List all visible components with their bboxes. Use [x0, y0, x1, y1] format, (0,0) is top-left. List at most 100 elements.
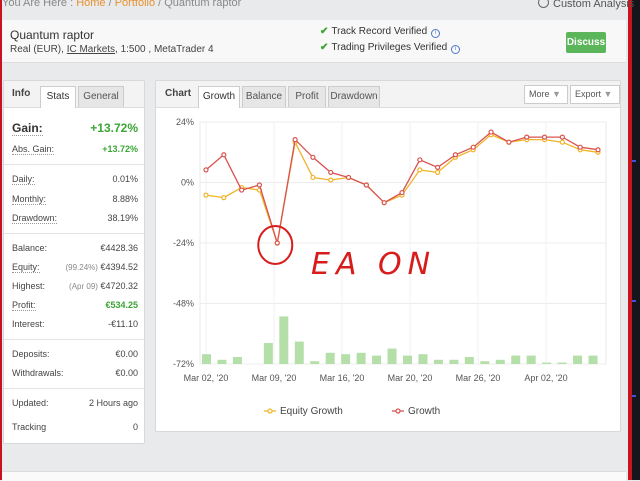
- blue-marker: [632, 395, 636, 397]
- volume-bar: [418, 354, 428, 364]
- discuss-button[interactable]: Discuss: [566, 32, 606, 53]
- highest-value: €4720.32: [100, 281, 138, 291]
- data-point: [328, 169, 334, 176]
- volume-bar: [263, 343, 273, 364]
- volume-bar: [310, 361, 320, 364]
- breadcrumb-separator: /: [155, 0, 165, 9]
- data-point: [310, 174, 316, 181]
- system-title: Quantum raptor: [10, 28, 95, 42]
- volume-bar: [542, 362, 552, 364]
- tracking-label: Tracking: [12, 422, 47, 432]
- volume-bar: [557, 362, 567, 364]
- trading-privileges-verified: ✔ Trading Privileges Verified i: [320, 42, 461, 54]
- custom-analysis-link[interactable]: Custom Analysis: [538, 0, 634, 10]
- data-point: [292, 137, 298, 143]
- balance-label: Balance:: [12, 243, 48, 253]
- analysis-icon: [538, 0, 549, 8]
- check-icon: ✔: [320, 42, 329, 53]
- volume-bar: [480, 361, 490, 364]
- info-title: Info: [12, 88, 31, 99]
- data-point: [345, 174, 352, 181]
- x-tick-label: Mar 02, '20: [184, 373, 229, 383]
- volume-bar: [356, 352, 366, 364]
- volume-bar: [279, 316, 289, 364]
- data-point: [256, 182, 263, 188]
- data-point: [559, 134, 565, 140]
- legend-label: Equity Growth: [280, 406, 343, 417]
- breadcrumb-current: Quantum raptor: [164, 0, 242, 9]
- tab-stats[interactable]: Stats: [40, 86, 76, 108]
- tab-general[interactable]: General: [78, 86, 124, 107]
- data-point: [221, 152, 227, 158]
- annotation-text: EA ON: [311, 247, 436, 282]
- volume-bar: [449, 359, 459, 364]
- withdrawals-value: €0.00: [115, 368, 138, 378]
- data-point: [417, 157, 423, 163]
- withdrawals-label: Withdrawals:: [12, 368, 64, 378]
- data-point: [541, 134, 548, 140]
- y-tick-label: 24%: [176, 117, 194, 127]
- data-point: [506, 139, 512, 145]
- y-tick-label: -48%: [173, 299, 194, 309]
- info-icon[interactable]: i: [431, 29, 441, 38]
- divider: [4, 164, 144, 165]
- equity-label: Equity:: [12, 262, 40, 273]
- daily-label: Daily:: [12, 174, 35, 185]
- profit-value: €534.25: [105, 300, 138, 310]
- profit-label: Profit:: [12, 300, 36, 311]
- monthly-label: Monthly:: [12, 194, 47, 205]
- growth-chart: 24% 0% -24% -48% -72% Mar 02, '20 Mar 09, '20 M…: [173, 117, 607, 417]
- x-tick-label: Mar 09, '20: [252, 373, 297, 383]
- data-point: [203, 167, 209, 173]
- x-tick-label: Mar 20, '20: [388, 373, 433, 383]
- volume-bar: [433, 359, 443, 364]
- volume-bar: [573, 355, 583, 364]
- blue-marker: [632, 300, 636, 302]
- balance-value: €4428.36: [100, 243, 138, 253]
- breadcrumb: You Are Here : Home / Portfolio / Quantu…: [2, 0, 241, 9]
- divider: [4, 233, 144, 234]
- monthly-value: 8.88%: [112, 194, 138, 204]
- data-point: [435, 164, 441, 170]
- data-point: [221, 195, 227, 201]
- system-header: Quantum raptor Real (EUR), IC Markets, 1…: [2, 20, 626, 63]
- data-point: [203, 192, 209, 198]
- check-icon: ✔: [320, 26, 329, 37]
- equity-percent: (99.24%): [65, 263, 98, 272]
- volume-bar: [217, 359, 227, 364]
- volume-bar: [294, 341, 304, 364]
- data-point: [470, 144, 476, 150]
- y-tick-label: -72%: [173, 359, 194, 369]
- data-point: [239, 187, 245, 193]
- data-point: [559, 139, 565, 145]
- track-record-label: Track Record Verified: [331, 26, 428, 37]
- updated-label: Updated:: [12, 398, 49, 408]
- data-point: [577, 144, 583, 150]
- data-point: [452, 152, 459, 158]
- volume-bar: [464, 357, 474, 364]
- trading-privileges-label: Trading Privileges Verified: [331, 42, 448, 53]
- abs-gain-value: +13.72%: [102, 144, 138, 154]
- volume-bar: [341, 354, 351, 364]
- custom-analysis-label: Custom Analysis: [553, 0, 635, 10]
- account-details: , 1:500 , MetaTrader 4: [115, 44, 214, 55]
- info-tabs: Info Stats General: [4, 81, 144, 108]
- data-point: [524, 134, 530, 140]
- system-subtitle: Real (EUR), IC Markets, 1:500 , MetaTrad…: [10, 44, 214, 55]
- info-icon[interactable]: i: [451, 45, 461, 54]
- breadcrumb-portfolio-link[interactable]: Portfolio: [115, 0, 155, 9]
- x-tick-label: Mar 16, '20: [320, 373, 365, 383]
- interest-value: -€11.10: [108, 319, 138, 329]
- legend-label: Growth: [408, 406, 440, 417]
- volume-bar: [495, 359, 505, 364]
- data-point: [595, 147, 601, 153]
- gain-label: Gain:: [12, 121, 43, 136]
- x-tick-label: Mar 26, '20: [456, 373, 501, 383]
- volume-bar: [403, 355, 412, 364]
- data-point: [310, 154, 316, 160]
- breadcrumb-home-link[interactable]: Home: [76, 0, 105, 9]
- breadcrumb-separator: /: [105, 0, 115, 9]
- broker-link[interactable]: IC Markets: [67, 44, 115, 55]
- abs-gain-label: Abs. Gain:: [12, 144, 55, 155]
- account-type: Real (EUR),: [10, 44, 67, 55]
